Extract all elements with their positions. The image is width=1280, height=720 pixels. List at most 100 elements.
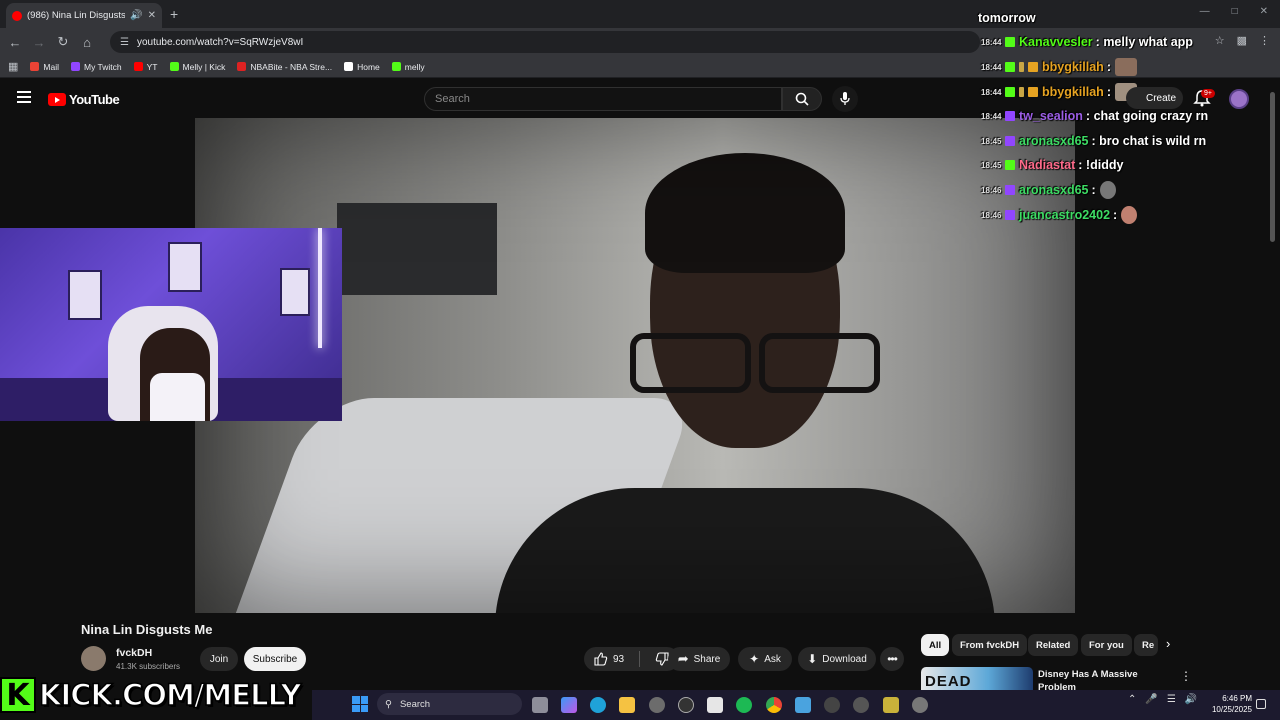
share-button[interactable]: ➦ Share [668,647,730,671]
create-button[interactable]: Create [1126,87,1184,109]
chat-username: Nadiastat [1019,158,1076,172]
start-tile [360,704,368,712]
notification-center-icon[interactable] [1256,699,1266,709]
browser-tab[interactable]: (986) Nina Lin Disgusts Me 🔊 ✕ [6,3,162,28]
apps-grid-icon[interactable]: ▦ [8,60,18,73]
start-tile [352,696,360,704]
bookmark-favicon-icon [30,62,40,71]
bookmark-item[interactable]: NBABite - NBA Stre... [237,62,332,72]
bookmark-item[interactable]: YT [133,62,158,72]
chip-from-channel[interactable]: From fvckDH [952,634,1028,656]
account-avatar[interactable] [1229,89,1249,109]
chip-all[interactable]: All [921,634,950,656]
app-icon[interactable] [883,697,899,713]
download-button[interactable]: ⬇ Download [798,647,876,671]
taskbar-clock[interactable]: 6:46 PM 10/25/2025 [1204,693,1252,715]
key-badge-icon [1019,62,1024,72]
bookmark-favicon-icon [133,62,143,71]
reload-icon[interactable]: ↻ [56,34,70,50]
emote-icon [1099,181,1116,199]
search-button[interactable] [782,87,822,111]
site-info-icon[interactable]: ☰ [120,37,129,48]
thumbs-up-icon [594,652,608,666]
youtube-logo[interactable]: YouTube [48,92,120,107]
store-icon[interactable] [707,697,723,713]
chat-separator: : [1106,85,1111,99]
chat-message: 18:46 aronasxd65 : [978,179,1116,201]
ask-button[interactable]: ✦ Ask [738,647,792,671]
more-actions-button[interactable]: ••• [880,647,904,671]
microphone-icon [840,92,850,105]
subscribe-button[interactable]: Subscribe [244,647,306,671]
url-field[interactable]: ☰ youtube.com/watch?v=SqRWzjeV8wI [110,31,980,53]
chat-message: 18:44 Kanavvesler : melly what app [981,35,1193,49]
channel-name[interactable]: fvckDH [116,647,152,659]
chat-message: 18:46 juancastro2402 : [978,204,1138,226]
wall-poster [168,242,202,292]
system-tray: ⌃ 🎤 ☰ 🔊 [1128,694,1197,705]
chat-username: aronasxd65 [1019,183,1089,197]
kick-badge-icon [1005,87,1015,97]
like-separator [639,651,641,667]
like-button[interactable]: 93 [584,647,634,671]
bookmark-item[interactable]: My Twitch [71,62,122,72]
chat-text: : melly what app [1095,35,1193,49]
voice-search-button[interactable] [832,86,858,112]
bookmark-favicon-icon [391,62,401,71]
copilot-icon[interactable] [561,697,577,713]
spotify-icon[interactable] [736,697,752,713]
next-video-thumbnail[interactable]: DEAD [921,667,1033,690]
tray-overflow-icon[interactable]: ⌃ [1128,694,1136,705]
chat-overlay: tomorrow 18:44 Kanavvesler : melly what … [978,0,1268,230]
chip-related[interactable]: Related [1028,634,1079,656]
speaker-icon[interactable]: 🔊 [130,10,142,21]
channel-avatar[interactable] [81,646,106,671]
search-input[interactable]: Search [424,87,782,111]
forward-icon[interactable]: → [32,35,46,50]
page-scrollbar[interactable] [1270,92,1275,242]
home-icon[interactable]: ⌂ [80,35,94,50]
github-icon[interactable] [678,697,694,713]
share-icon: ➦ [677,651,689,666]
x-logo-icon [344,62,354,71]
next-video-menu-icon[interactable]: ⋮ [1180,669,1192,683]
chip-for-you[interactable]: For you [1081,634,1132,656]
chip-recent[interactable]: Re [1134,634,1158,656]
photos-icon[interactable] [795,697,811,713]
download-icon: ⬇ [807,652,818,666]
chat-message: 18:45 aronasxd65 : bro chat is wild rn [981,134,1207,148]
chat-username: bbygkillah [1042,85,1104,99]
chips-next-icon[interactable]: › [1166,636,1170,651]
back-icon[interactable]: ← [8,35,22,50]
new-tab-icon[interactable]: + [170,6,178,22]
tray-mic-icon[interactable]: 🎤 [1145,694,1157,705]
chat-username: bbygkillah [1042,60,1104,74]
settings-icon[interactable] [912,697,928,713]
windows-start-icon[interactable] [352,696,368,712]
bookmark-item[interactable]: Home [344,62,380,72]
file-explorer-icon[interactable] [619,697,635,713]
bookmark-item[interactable]: Melly | Kick [169,62,225,72]
more-horizontal-icon: ••• [887,652,898,666]
bookmark-item[interactable]: melly [391,62,425,72]
wifi-icon[interactable]: ☰ [1167,694,1176,705]
like-dislike-group: 93 [584,647,680,671]
taskbar-search[interactable]: ⚲ Search [377,693,522,715]
hamburger-menu-icon[interactable] [17,91,31,103]
bookmark-item[interactable]: Mail [30,62,59,72]
edge-icon[interactable] [590,697,606,713]
app-icon[interactable] [853,697,869,713]
join-button[interactable]: Join [200,647,238,671]
youtube-play-icon [48,93,66,106]
chat-username: aronasxd65 [1019,134,1089,148]
chrome-icon[interactable] [766,697,782,713]
xbox-icon[interactable] [649,697,665,713]
twitch-badge-icon [1005,136,1015,146]
volume-icon[interactable]: 🔊 [1185,694,1197,705]
chat-username: tw_sealion [1019,109,1083,123]
kick-badge-icon [1005,62,1015,72]
close-tab-icon[interactable]: ✕ [148,10,156,21]
task-view-icon[interactable] [532,697,548,713]
next-video-title[interactable]: Disney Has A Massive Problem [1038,668,1173,690]
media-player-icon[interactable] [824,697,840,713]
